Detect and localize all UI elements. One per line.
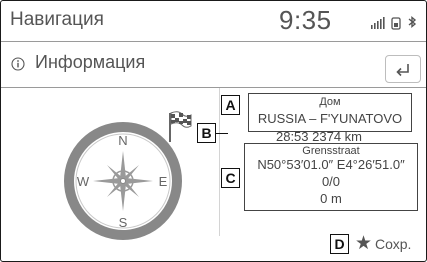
bluetooth-icon — [408, 16, 417, 28]
back-button[interactable] — [385, 55, 421, 83]
star-icon: ★ — [355, 233, 373, 254]
callout-a: A — [221, 95, 240, 115]
callout-b-leader — [216, 133, 228, 134]
header-bar: Навигация 9:35 — [1, 1, 426, 42]
time-distance: 28:53 2374 km — [275, 129, 362, 144]
compass-north-label: N — [118, 133, 127, 148]
altitude: 0 m — [320, 191, 342, 206]
location-value: 0/0 — [321, 174, 341, 189]
callout-c: C — [221, 168, 240, 188]
compass-south-label: S — [119, 215, 128, 230]
save-button[interactable]: ★ Сохр. — [355, 233, 425, 256]
signal-bars-icon — [371, 17, 385, 29]
info-subheader: Информация — [1, 42, 426, 88]
back-arrow-icon — [396, 64, 409, 77]
checkered-flag-icon — [169, 111, 192, 142]
info-icon — [11, 57, 25, 71]
compass-east-label: E — [159, 174, 168, 189]
callout-d: D — [330, 234, 349, 254]
compass-west-label: W — [77, 174, 90, 189]
clock: 9:35 — [279, 5, 332, 35]
destination-box: Дом RUSSIA – F'YUNATOVO — [248, 93, 412, 132]
street-name: Grensstraat — [302, 145, 360, 157]
compass-icon: N S W E — [64, 122, 182, 240]
destination-address: RUSSIA – F'YUNATOVO — [257, 111, 403, 126]
coordinates: N50°53′01.0″ E4°26′51.0″ — [257, 157, 405, 172]
navigation-screen: Навигация 9:35 Информация N S W E Дом RU… — [0, 0, 427, 262]
location-box: Grensstraat N50°53′01.0″ E4°26′51.0″ 0/0… — [244, 143, 418, 211]
battery-phone-icon — [391, 17, 401, 30]
page-title: Информация — [35, 52, 146, 72]
status-icons — [371, 16, 417, 30]
callout-b: B — [197, 123, 216, 143]
destination-name: Дом — [319, 96, 341, 108]
save-label: Сохр. — [375, 236, 412, 252]
app-title: Навигация — [10, 9, 104, 30]
panel-divider — [219, 88, 220, 236]
